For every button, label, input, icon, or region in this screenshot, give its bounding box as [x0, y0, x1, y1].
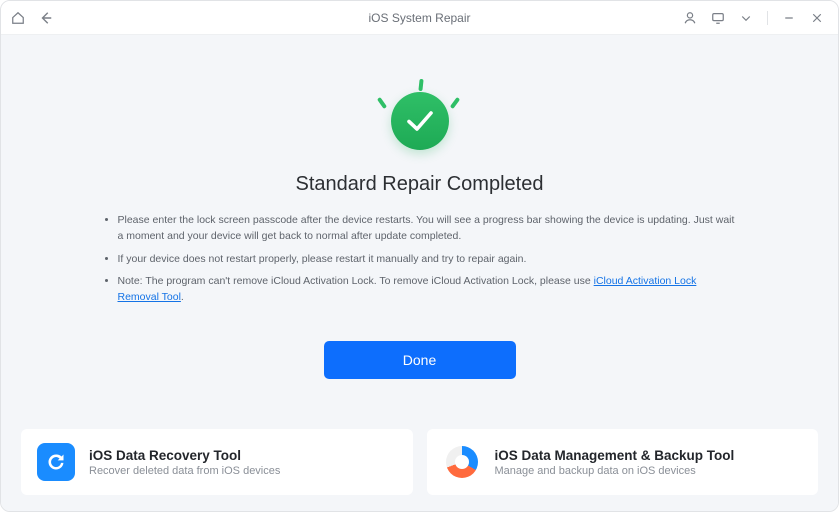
instructions: Please enter the lock screen passcode af… — [100, 212, 740, 311]
spark-icon — [449, 97, 459, 109]
note-text: Note: The program can't remove iCloud Ac… — [118, 275, 594, 287]
card-title: iOS Data Management & Backup Tool — [495, 448, 735, 463]
note-suffix: . — [181, 291, 184, 303]
instruction-note: Note: The program can't remove iCloud Ac… — [118, 273, 740, 306]
promo-cards: iOS Data Recovery Tool Recover deleted d… — [21, 429, 818, 495]
account-icon[interactable] — [683, 11, 697, 25]
feedback-icon[interactable] — [711, 11, 725, 25]
success-graphic — [375, 83, 465, 159]
backup-icon — [443, 443, 481, 481]
card-title: iOS Data Recovery Tool — [89, 448, 280, 463]
close-icon[interactable] — [810, 11, 824, 25]
app-window: iOS System Repair — [0, 0, 839, 512]
titlebar: iOS System Repair — [1, 1, 838, 35]
card-subtitle: Recover deleted data from iOS devices — [89, 465, 280, 477]
instruction-item: Please enter the lock screen passcode af… — [118, 212, 740, 245]
spark-icon — [376, 97, 386, 109]
minimize-icon[interactable] — [782, 11, 796, 25]
checkmark-icon — [391, 92, 449, 150]
recovery-icon — [37, 443, 75, 481]
back-icon[interactable] — [39, 11, 53, 25]
card-subtitle: Manage and backup data on iOS devices — [495, 465, 735, 477]
content-area: Standard Repair Completed Please enter t… — [1, 35, 838, 511]
card-data-backup[interactable]: iOS Data Management & Backup Tool Manage… — [427, 429, 819, 495]
page-title: Standard Repair Completed — [296, 173, 544, 196]
titlebar-separator — [767, 11, 768, 25]
done-button[interactable]: Done — [324, 341, 516, 379]
card-data-recovery[interactable]: iOS Data Recovery Tool Recover deleted d… — [21, 429, 413, 495]
home-icon[interactable] — [11, 11, 25, 25]
spark-icon — [418, 79, 423, 91]
instruction-item: If your device does not restart properly… — [118, 251, 740, 267]
chevron-down-icon[interactable] — [739, 11, 753, 25]
